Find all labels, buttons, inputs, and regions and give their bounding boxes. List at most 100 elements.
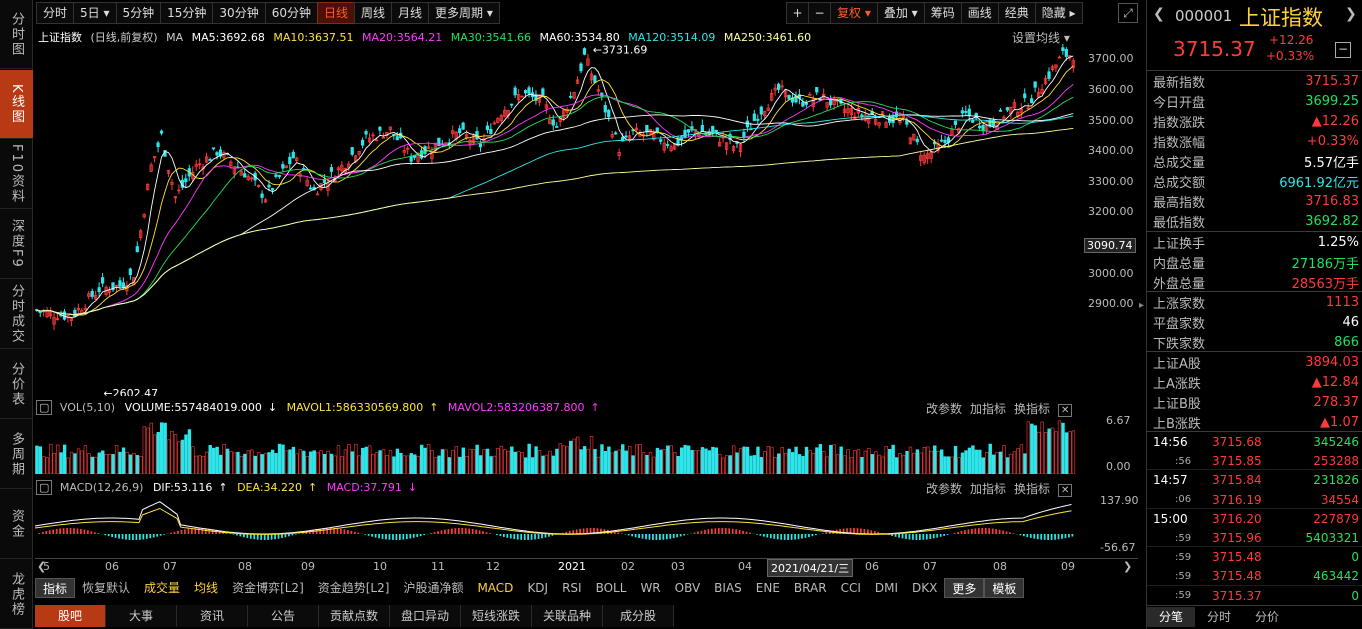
macd-bar	[1054, 534, 1056, 540]
macd-bar	[76, 528, 79, 534]
left-nav-item[interactable]: 分时图	[0, 0, 33, 69]
left-nav-item[interactable]: 深度F9	[0, 210, 33, 279]
volume-chart[interactable]	[35, 416, 1080, 474]
left-nav-item[interactable]: 多周期	[0, 420, 33, 489]
scroll-left-icon[interactable]: ❮	[37, 560, 46, 573]
volume-bar	[839, 446, 843, 474]
vol-collapse-icon[interactable]: ▢	[36, 400, 53, 415]
indicator-tab[interactable]: 资金趋势[L2]	[311, 578, 397, 598]
volume-bar	[1061, 422, 1065, 474]
panel-toggle-left-icon[interactable]: ▸	[1139, 300, 1144, 311]
macd-bar	[763, 534, 765, 537]
macd-chart[interactable]	[35, 496, 1080, 556]
tick-row: :56 3715.85 253288	[1153, 451, 1359, 471]
indicator-tab[interactable]: WR	[633, 578, 667, 598]
indicator-tool-button[interactable]: 换指标	[1014, 482, 1050, 496]
toolbar-button[interactable]: 经典	[997, 2, 1035, 24]
indicator-tool-button[interactable]: 换指标	[1014, 402, 1050, 416]
period-tab[interactable]: 15分钟	[160, 2, 213, 24]
macd-collapse-icon[interactable]: ▢	[36, 480, 53, 495]
candle-body	[964, 111, 968, 113]
indicator-tab[interactable]: KDJ	[520, 578, 555, 598]
indicator-tool-button[interactable]: 改参数	[926, 402, 962, 416]
indicator-tab[interactable]: RSI	[555, 578, 589, 598]
bottom-tab[interactable]: 贡献点数	[319, 605, 390, 627]
indicator-tab[interactable]: DMI	[868, 578, 905, 598]
indicator-tool-button[interactable]: 加指标	[970, 402, 1006, 416]
indicator-tab[interactable]: 更多	[944, 578, 985, 598]
quote-panel-tab[interactable]: 分笔	[1147, 607, 1195, 627]
indicator-tab[interactable]: OBV	[668, 578, 708, 598]
period-tab[interactable]: 更多周期 ▾	[428, 2, 500, 24]
indicator-tab[interactable]: 均线	[187, 578, 225, 598]
indicator-tab[interactable]: DKX	[905, 578, 944, 598]
left-nav-item[interactable]: 分价表	[0, 350, 33, 419]
period-tab[interactable]: 日线	[316, 2, 354, 24]
indicator-tab[interactable]: 模板	[984, 578, 1025, 598]
period-tab[interactable]: 月线	[391, 2, 429, 24]
candle-body	[742, 131, 746, 138]
volume-bar	[1040, 421, 1044, 474]
indicator-tab[interactable]: 指标	[35, 578, 76, 598]
toolbar-button[interactable]: +	[786, 2, 808, 24]
bottom-tab[interactable]: 成分股	[603, 605, 674, 627]
left-nav-item[interactable]: F10资料	[0, 140, 33, 209]
kline-chart[interactable]: ←3731.69 ←2602.47	[35, 44, 1080, 396]
tick-row: :06 3716.19 34554	[1153, 490, 1359, 510]
indicator-tab[interactable]: BOLL	[589, 578, 634, 598]
last-price: 3715.37	[1173, 37, 1256, 61]
indicator-tab[interactable]: CCI	[834, 578, 868, 598]
indicator-tab[interactable]: ENE	[749, 578, 787, 598]
quote-panel-tab[interactable]: 分时	[1195, 607, 1243, 627]
macd-dea: DEA:34.220	[237, 481, 303, 494]
macd-bar	[690, 533, 692, 534]
indicator-tab[interactable]: MACD	[470, 578, 520, 598]
period-tab[interactable]: 分时	[36, 2, 74, 24]
toolbar-button[interactable]: 画线	[960, 2, 998, 24]
candle-body	[308, 187, 313, 190]
indicator-tool-button[interactable]: 加指标	[970, 482, 1006, 496]
panel-forward-icon[interactable]: ❯	[1345, 6, 1357, 22]
quote-row: 上证B股 278.37	[1153, 392, 1359, 412]
indicator-tab[interactable]: 资金博弈[L2]	[225, 578, 311, 598]
toolbar-button[interactable]: 复权 ▾	[830, 2, 877, 24]
left-nav-item[interactable]: 资金	[0, 490, 33, 559]
bottom-tab[interactable]: 资讯	[177, 605, 248, 627]
volume-bar	[558, 443, 563, 474]
bottom-tab[interactable]: 短线涨跌	[461, 605, 532, 627]
restore-icon[interactable]: ⤢	[1118, 3, 1138, 23]
bottom-tab[interactable]: 公告	[248, 605, 319, 627]
panel-back-icon[interactable]: ❮	[1153, 6, 1165, 22]
period-tab[interactable]: 30分钟	[212, 2, 265, 24]
toolbar-button[interactable]: 隐藏 ▸	[1034, 2, 1083, 24]
left-nav-item[interactable]: 龙虎榜	[0, 560, 33, 629]
macd-bar	[991, 528, 994, 534]
candle-body	[860, 114, 864, 117]
volume-bar	[166, 439, 171, 474]
minimize-icon[interactable]: −	[1335, 42, 1351, 58]
period-tab[interactable]: 5日 ▾	[73, 2, 116, 24]
volume-bar	[697, 450, 701, 474]
quote-panel-tab[interactable]: 分价	[1243, 607, 1291, 627]
toolbar-button[interactable]: −	[808, 2, 830, 24]
scroll-right-icon[interactable]: ❯	[1123, 560, 1132, 573]
macd-bar	[1040, 534, 1043, 540]
bottom-tab[interactable]: 大事	[106, 605, 177, 627]
indicator-tool-button[interactable]: 改参数	[926, 482, 962, 496]
toolbar-button[interactable]: 叠加 ▾	[876, 2, 924, 24]
indicator-tab[interactable]: 恢复默认	[75, 578, 137, 598]
indicator-tab[interactable]: BIAS	[707, 578, 749, 598]
indicator-tab[interactable]: 成交量	[137, 578, 187, 598]
bottom-tab[interactable]: 盘口异动	[390, 605, 461, 627]
volume-bar	[624, 450, 628, 474]
left-nav-item[interactable]: K线图	[0, 70, 33, 139]
period-tab[interactable]: 周线	[354, 2, 392, 24]
period-tab[interactable]: 60分钟	[264, 2, 317, 24]
period-tab[interactable]: 5分钟	[115, 2, 161, 24]
indicator-tab[interactable]: 沪股通净额	[396, 578, 470, 598]
left-nav-item[interactable]: 分时成交	[0, 280, 33, 349]
toolbar-button[interactable]: 筹码	[923, 2, 961, 24]
bottom-tab[interactable]: 关联品种	[532, 605, 603, 627]
indicator-tab[interactable]: BRAR	[787, 578, 834, 598]
bottom-tab[interactable]: 股吧	[35, 605, 106, 627]
